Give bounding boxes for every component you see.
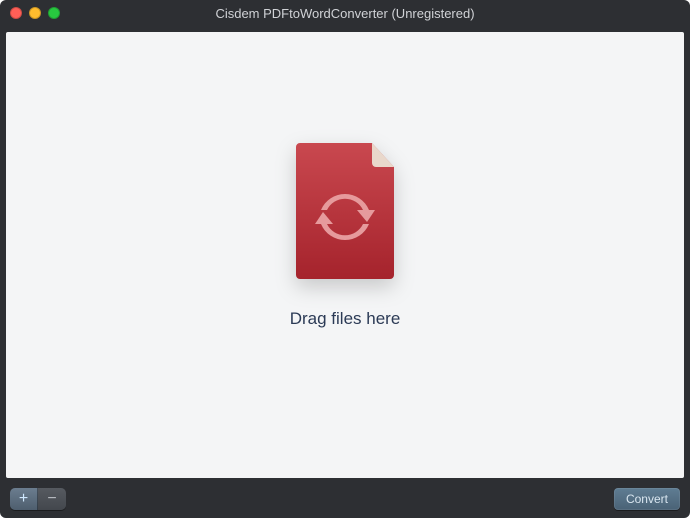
- file-convert-icon: [290, 141, 400, 281]
- remove-file-button[interactable]: −: [38, 488, 66, 510]
- convert-button-label: Convert: [626, 492, 668, 506]
- close-window-button[interactable]: [10, 7, 22, 19]
- drop-zone[interactable]: Drag files here: [290, 141, 401, 329]
- drop-hint-text: Drag files here: [290, 309, 401, 329]
- window-controls: [10, 7, 60, 19]
- app-window: Cisdem PDFtoWordConverter (Unregistered): [0, 0, 690, 518]
- plus-icon: +: [19, 491, 28, 507]
- convert-button[interactable]: Convert: [614, 488, 680, 510]
- content-area: Drag files here: [6, 32, 684, 478]
- minimize-window-button[interactable]: [29, 7, 41, 19]
- title-bar: Cisdem PDFtoWordConverter (Unregistered): [0, 0, 690, 26]
- add-remove-segment: + −: [10, 488, 66, 510]
- minus-icon: −: [47, 491, 56, 507]
- bottom-toolbar: + − Convert: [0, 484, 690, 518]
- zoom-window-button[interactable]: [48, 7, 60, 19]
- add-file-button[interactable]: +: [10, 488, 38, 510]
- window-title: Cisdem PDFtoWordConverter (Unregistered): [0, 6, 690, 21]
